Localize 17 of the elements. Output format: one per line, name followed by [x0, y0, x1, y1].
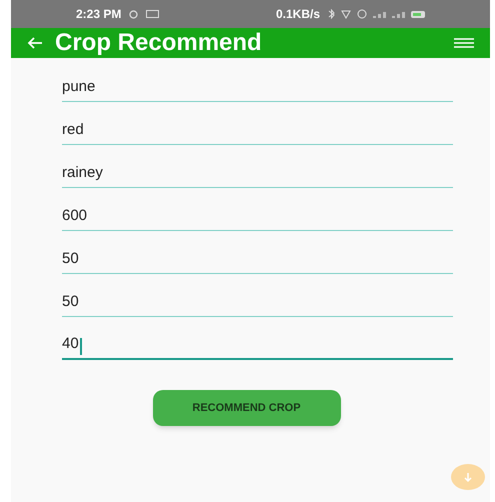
- network-speed: 0.1KB/s: [276, 6, 320, 23]
- input-field[interactable]: 50: [62, 247, 453, 274]
- back-arrow-icon[interactable]: [27, 37, 43, 49]
- menu-icon[interactable]: [454, 38, 474, 48]
- input-field[interactable]: 40: [62, 333, 453, 360]
- input-field[interactable]: 600: [62, 204, 453, 231]
- input-field[interactable]: rainey: [62, 161, 453, 188]
- bluetooth-icon: [328, 9, 335, 19]
- input-field[interactable]: pune: [62, 75, 453, 102]
- recommend-crop-button[interactable]: RECOMMEND CROP: [152, 390, 340, 426]
- input-field[interactable]: 50: [62, 290, 453, 317]
- app-title: Crop Recommend: [55, 28, 262, 58]
- signal-icon: [392, 10, 405, 18]
- status-time: 2:23 PM: [76, 6, 122, 23]
- signal-icon: [373, 10, 386, 18]
- input-field[interactable]: red: [62, 118, 453, 145]
- battery-icon: [411, 10, 425, 18]
